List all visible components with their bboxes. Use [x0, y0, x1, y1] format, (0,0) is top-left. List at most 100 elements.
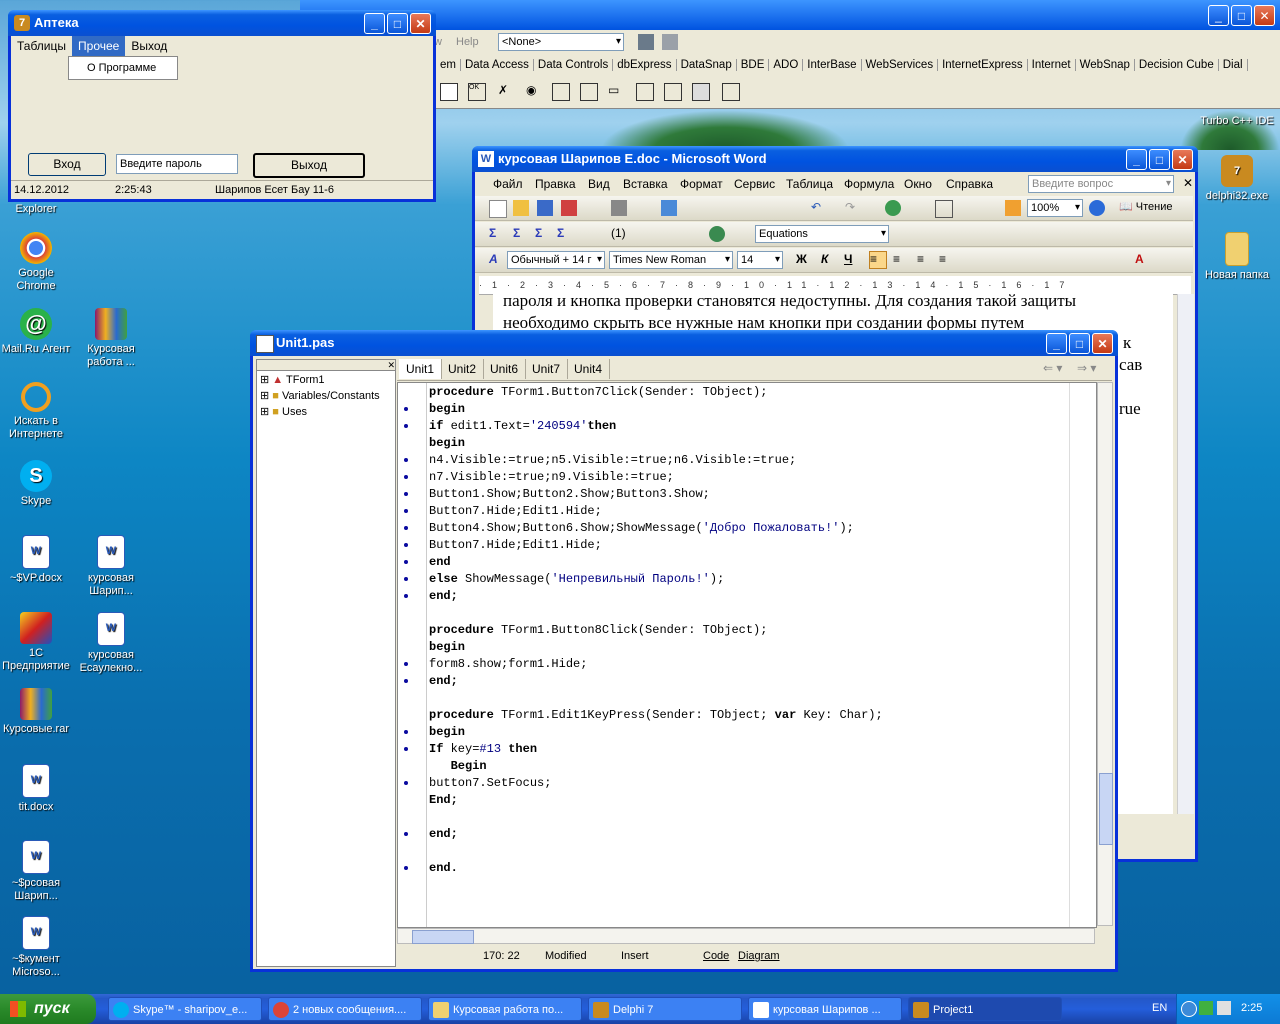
- breakpoint-marker[interactable]: [404, 492, 408, 496]
- style-combo[interactable]: Обычный + 14 г: [507, 251, 605, 269]
- open-icon[interactable]: [513, 200, 529, 216]
- zoom-combo[interactable]: 100%: [1027, 199, 1083, 217]
- tab-unit2[interactable]: Unit2: [441, 359, 485, 379]
- breakpoint-marker[interactable]: [404, 832, 408, 836]
- breakpoint-marker[interactable]: [404, 560, 408, 564]
- start-button[interactable]: пуск: [0, 994, 96, 1024]
- component-combo[interactable]: <None>: [498, 33, 624, 51]
- palette-tab[interactable]: Internet: [1028, 59, 1076, 71]
- menu-help[interactable]: Справка: [946, 177, 993, 191]
- listbox-component-icon[interactable]: [552, 83, 570, 101]
- palette-tab[interactable]: dbExpress: [613, 59, 677, 71]
- exit-button[interactable]: Выход: [253, 153, 365, 178]
- editor-vertical-scrollbar[interactable]: [1097, 382, 1113, 926]
- print-icon[interactable]: [611, 200, 627, 216]
- tree-item-tform1[interactable]: ⊞ ▲ TForm1: [260, 373, 325, 386]
- taskbar-item-word[interactable]: курсовая Шарипов ...: [748, 997, 902, 1021]
- scroll-thumb[interactable]: [1099, 773, 1113, 845]
- radiogroup-component-icon[interactable]: [664, 83, 682, 101]
- memo-component-icon[interactable]: [440, 83, 458, 101]
- breakpoint-marker[interactable]: [404, 526, 408, 530]
- maximize-button[interactable]: □: [387, 13, 408, 34]
- menu-tools[interactable]: Сервис: [734, 177, 775, 191]
- desktop-icon-vp-docx[interactable]: W ~$VP.docx: [0, 535, 74, 585]
- palette-tab[interactable]: InterBase: [803, 59, 862, 71]
- maximize-button[interactable]: □: [1231, 5, 1252, 26]
- radio-component-icon[interactable]: ◉: [526, 83, 542, 99]
- desktop-icon-tit-docx[interactable]: Wtit.docx: [0, 764, 74, 814]
- close-button[interactable]: ✕: [410, 13, 431, 34]
- desktop-icon-kursovaya-sharip[interactable]: Wкурсовая Шарип...: [73, 535, 149, 598]
- taskbar-item-delphi[interactable]: Delphi 7: [588, 997, 742, 1021]
- back-arrow-icon[interactable]: ⇐ ▾: [1043, 361, 1062, 375]
- word-vertical-scrollbar[interactable]: [1177, 294, 1194, 814]
- scroll-thumb[interactable]: [412, 930, 474, 944]
- menu-other[interactable]: Прочее: [72, 36, 126, 56]
- menu-formula[interactable]: Формула: [844, 177, 894, 191]
- tab-unit6[interactable]: Unit6: [483, 359, 527, 379]
- undo-icon[interactable]: ↶: [811, 200, 827, 216]
- button-component-icon[interactable]: OK: [468, 83, 486, 101]
- font-combo[interactable]: Times New Roman: [609, 251, 733, 269]
- sum-both-icon[interactable]: Σ: [557, 226, 573, 242]
- breakpoint-marker[interactable]: [404, 730, 408, 734]
- font-color-icon[interactable]: A: [1135, 252, 1151, 268]
- align-center-icon[interactable]: ≡: [893, 252, 909, 268]
- permission-icon[interactable]: [561, 200, 577, 216]
- menu-file[interactable]: Файл: [493, 177, 523, 191]
- spelling-icon[interactable]: [661, 200, 677, 216]
- actionlist-component-icon[interactable]: [722, 83, 740, 101]
- palette-tab[interactable]: Dial: [1219, 59, 1248, 71]
- desktop-icon-1c[interactable]: 1С Предприятие: [0, 612, 74, 673]
- menu-window[interactable]: Окно: [904, 177, 932, 191]
- desktop-icon-new-folder[interactable]: Новая папка: [1198, 232, 1276, 282]
- minimize-button[interactable]: _: [364, 13, 385, 34]
- scrollbar-component-icon[interactable]: ▭: [608, 83, 624, 99]
- groupbox-component-icon[interactable]: [636, 83, 654, 101]
- tab-unit7[interactable]: Unit7: [525, 359, 569, 379]
- justify-icon[interactable]: ≡: [939, 252, 955, 268]
- menu-item-about[interactable]: О Программе: [69, 57, 177, 74]
- forward-arrow-icon[interactable]: ⇒ ▾: [1077, 361, 1096, 375]
- tab-code[interactable]: Code: [703, 946, 729, 966]
- breakpoint-marker[interactable]: [404, 679, 408, 683]
- sum-range-icon[interactable]: Σ: [535, 226, 551, 242]
- checkbox-component-icon[interactable]: ✗: [498, 83, 514, 99]
- tab-diagram[interactable]: Diagram: [738, 946, 780, 966]
- maximize-button[interactable]: □: [1069, 333, 1090, 354]
- desktop-icon-delphi32[interactable]: 7 delphi32.exe: [1198, 155, 1276, 203]
- maximize-button[interactable]: □: [1149, 149, 1170, 170]
- desktop-icon-mailru[interactable]: @ Mail.Ru Агент: [0, 308, 74, 356]
- size-combo[interactable]: 14: [737, 251, 783, 269]
- italic-button[interactable]: К: [821, 252, 828, 266]
- combobox-component-icon[interactable]: [580, 83, 598, 101]
- menu-view[interactable]: Вид: [588, 177, 610, 191]
- breakpoint-marker[interactable]: [404, 407, 408, 411]
- new-doc-icon[interactable]: [489, 200, 507, 218]
- read-mode-button[interactable]: 📖 Чтение: [1119, 200, 1172, 213]
- palette-tab[interactable]: Decision Cube: [1135, 59, 1219, 71]
- palette-tab[interactable]: em: [436, 59, 461, 71]
- styles-icon[interactable]: A: [489, 252, 505, 268]
- docmap-icon[interactable]: [1005, 200, 1021, 216]
- palette-tab[interactable]: WebSnap: [1076, 59, 1135, 71]
- breakpoint-marker[interactable]: [404, 781, 408, 785]
- align-left-icon[interactable]: ≡: [869, 251, 887, 269]
- tree-item-variables[interactable]: ⊞ ■ Variables/Constants: [260, 389, 380, 402]
- minimize-button[interactable]: _: [1126, 149, 1147, 170]
- desktop-icon-kursovaya-rar[interactable]: Курсовая работа ...: [73, 308, 149, 369]
- breakpoint-marker[interactable]: [404, 475, 408, 479]
- desktop-icon-explorer[interactable]: Explorer: [0, 203, 74, 216]
- palette-tab[interactable]: Data Access: [461, 59, 534, 71]
- breakpoint-marker[interactable]: [404, 424, 408, 428]
- pause-icon[interactable]: [662, 34, 678, 50]
- close-button[interactable]: ✕: [1172, 149, 1193, 170]
- tree-item-uses[interactable]: ⊞ ■ Uses: [260, 405, 307, 418]
- close-button[interactable]: ✕: [1254, 5, 1275, 26]
- breakpoint-marker[interactable]: [404, 543, 408, 547]
- tray-network-icon[interactable]: [1181, 1001, 1197, 1017]
- menu-insert[interactable]: Вставка: [623, 177, 668, 191]
- underline-button[interactable]: Ч: [844, 252, 852, 266]
- taskbar-item-skype[interactable]: Skype™ - sharipov_e...: [108, 997, 262, 1021]
- help-question-input[interactable]: Введите вопрос: [1028, 175, 1174, 193]
